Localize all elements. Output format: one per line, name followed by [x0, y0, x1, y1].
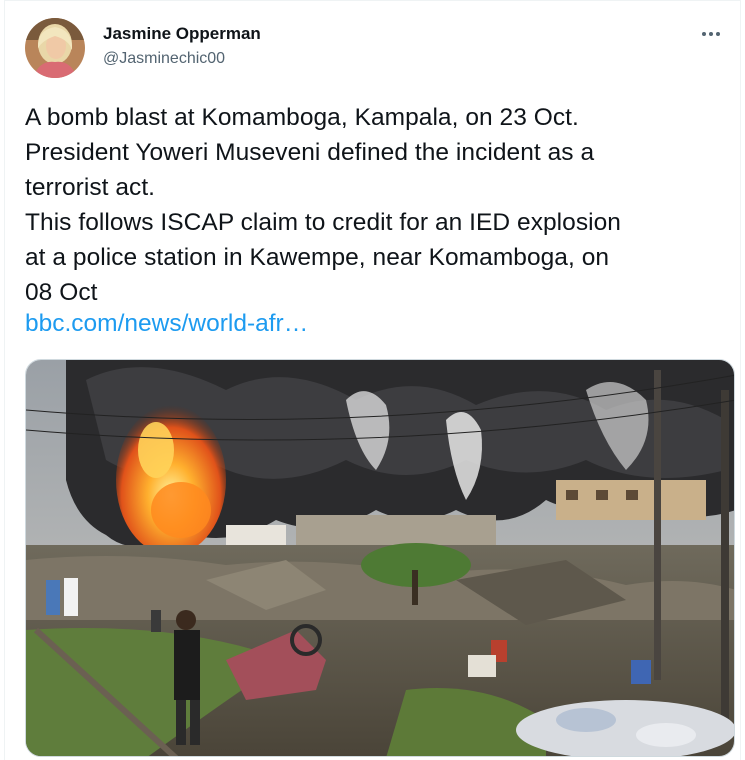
tweet-line: This follows ISCAP claim to credit for a…: [25, 209, 621, 236]
more-options-button[interactable]: [696, 23, 726, 45]
article-link[interactable]: bbc.com/news/world-afr…: [25, 306, 308, 341]
tweet-text: A bomb blast at Komamboga, Kampala, on 2…: [25, 100, 730, 310]
more-horizontal-icon: [701, 32, 722, 36]
tweet-photo[interactable]: [25, 359, 735, 757]
tweet-line: 08 Oct: [25, 279, 98, 306]
tweet-line: terrorist act.: [25, 174, 156, 201]
author-display-name[interactable]: Jasmine Opperman: [103, 24, 261, 44]
explosion-scene-image: [26, 360, 734, 756]
tweet-line: A bomb blast at Komamboga, Kampala, on 2…: [25, 104, 579, 131]
author-handle[interactable]: @Jasminechic00: [103, 50, 225, 68]
tweet-card: Jasmine Opperman @Jasminechic00 A bomb b…: [4, 0, 741, 760]
tweet-line: at a police station in Kawempe, near Kom…: [25, 244, 610, 271]
tweet-line: President Yoweri Museveni defined the in…: [25, 139, 595, 166]
avatar[interactable]: [25, 18, 85, 78]
